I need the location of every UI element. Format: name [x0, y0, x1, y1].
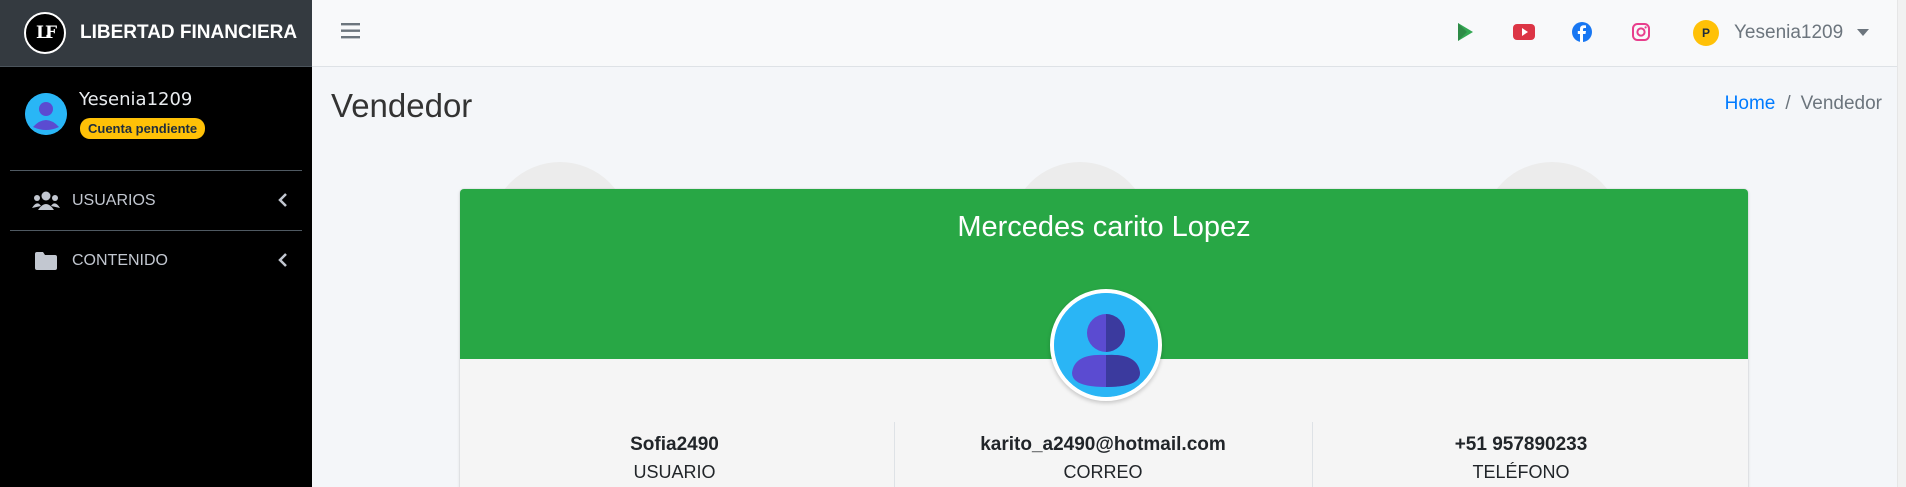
- status-badge: Cuenta pendiente: [80, 118, 206, 139]
- facebook-icon[interactable]: [1570, 20, 1594, 44]
- breadcrumb-current: Vendedor: [1800, 93, 1882, 114]
- page-scrollbar[interactable]: [1897, 0, 1906, 487]
- stat-telefono: +51 957890233 TELÉFONO: [1312, 434, 1730, 483]
- breadcrumb-home-link[interactable]: Home: [1725, 93, 1776, 114]
- brand-logo: LF: [24, 12, 66, 54]
- stat-value: karito_a2490@hotmail.com: [980, 434, 1226, 455]
- profile-name: Mercedes carito Lopez: [957, 211, 1251, 243]
- breadcrumb: Home / Vendedor: [1725, 93, 1882, 115]
- sidebar-item-contenido[interactable]: CONTENIDO: [10, 231, 302, 291]
- chevron-left-icon: [278, 193, 288, 212]
- stat-value: Sofia2490: [630, 434, 719, 455]
- sidebar-item-usuarios[interactable]: USUARIOS: [10, 171, 302, 231]
- stat-label: USUARIO: [633, 462, 716, 482]
- content-wrapper: Vendedor Home / Vendedor Mercedes carito L…: [312, 67, 1906, 487]
- menu-toggle-icon[interactable]: [341, 22, 361, 45]
- google-play-icon[interactable]: [1453, 20, 1477, 44]
- user-avatar-small[interactable]: P: [1693, 20, 1719, 46]
- user-panel: Yesenia1209 Cuenta pendiente: [10, 67, 302, 171]
- brand-link[interactable]: LF LIBERTAD FINANCIERA: [0, 0, 312, 67]
- sidebar-item-label: CONTENIDO: [72, 252, 168, 269]
- profile-card: Mercedes carito Lopez Sofia2490 USUARIO …: [460, 189, 1748, 487]
- users-icon: [32, 190, 60, 212]
- stat-correo: karito_a2490@hotmail.com CORREO: [894, 434, 1312, 483]
- caret-down-icon[interactable]: [1857, 29, 1869, 36]
- sidebar: LF LIBERTAD FINANCIERA Yesenia1209 Cuent…: [0, 0, 312, 487]
- stat-value: +51 957890233: [1454, 434, 1588, 455]
- sidebar-item-label: USUARIOS: [72, 191, 156, 209]
- user-menu-name[interactable]: Yesenia1209: [1734, 22, 1843, 44]
- page-title: Vendedor: [331, 87, 473, 124]
- stat-usuario: Sofia2490 USUARIO: [460, 434, 889, 483]
- user-name[interactable]: Yesenia1209: [79, 89, 192, 110]
- instagram-icon[interactable]: [1629, 20, 1653, 44]
- folder-icon: [32, 250, 60, 272]
- stat-label: TELÉFONO: [1472, 462, 1570, 482]
- brand-name: LIBERTAD FINANCIERA: [80, 22, 298, 43]
- avatar[interactable]: [25, 93, 67, 135]
- chevron-left-icon: [278, 253, 288, 272]
- breadcrumb-separator: /: [1785, 93, 1791, 114]
- stat-label: CORREO: [1063, 462, 1143, 482]
- profile-avatar: [1050, 289, 1162, 401]
- youtube-icon[interactable]: [1512, 20, 1536, 44]
- top-navbar: P Yesenia1209: [312, 0, 1906, 67]
